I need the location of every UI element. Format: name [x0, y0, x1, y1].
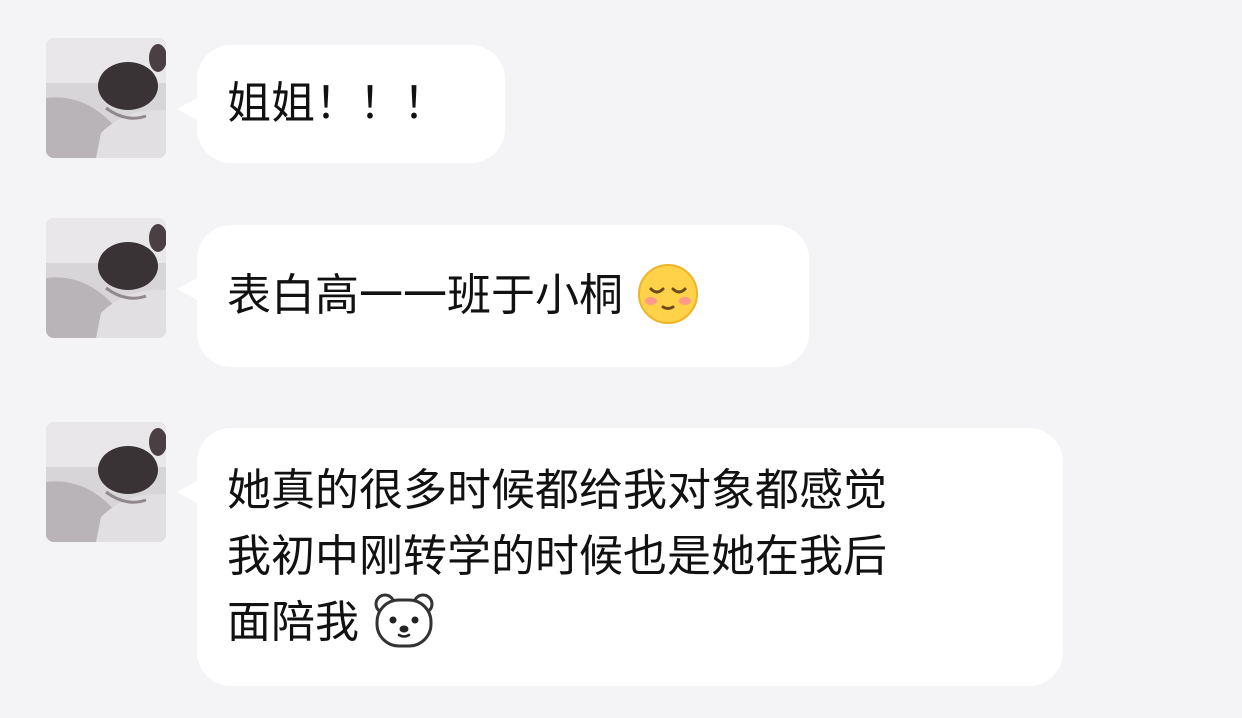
profile-photo: [46, 218, 166, 338]
polar-bear-emoji: [373, 592, 435, 650]
avatar[interactable]: [46, 38, 166, 158]
profile-photo: [46, 422, 166, 542]
message-text-line: 我初中刚转学的时候也是她在我后: [227, 531, 887, 582]
avatar[interactable]: [46, 422, 166, 542]
message-text: 表白高一一班于小桐: [227, 270, 623, 321]
message-bubble[interactable]: 表白高一一班于小桐: [177, 225, 809, 367]
message-text-line: 面陪我: [227, 597, 359, 648]
message-text-line: 她真的很多时候都给我对象都感觉: [227, 465, 887, 516]
message-text: 姐姐！！！: [227, 78, 447, 129]
avatar[interactable]: [46, 218, 166, 338]
message-bubble[interactable]: 她真的很多时候都给我对象都感觉 我初中刚转学的时候也是她在我后 面陪我: [177, 428, 1063, 686]
profile-photo: [46, 38, 166, 158]
message-bubble[interactable]: 姐姐！！！: [177, 45, 505, 163]
shy-blush-face-emoji: [637, 263, 699, 325]
message-text-line-last: 面陪我: [227, 590, 1033, 656]
